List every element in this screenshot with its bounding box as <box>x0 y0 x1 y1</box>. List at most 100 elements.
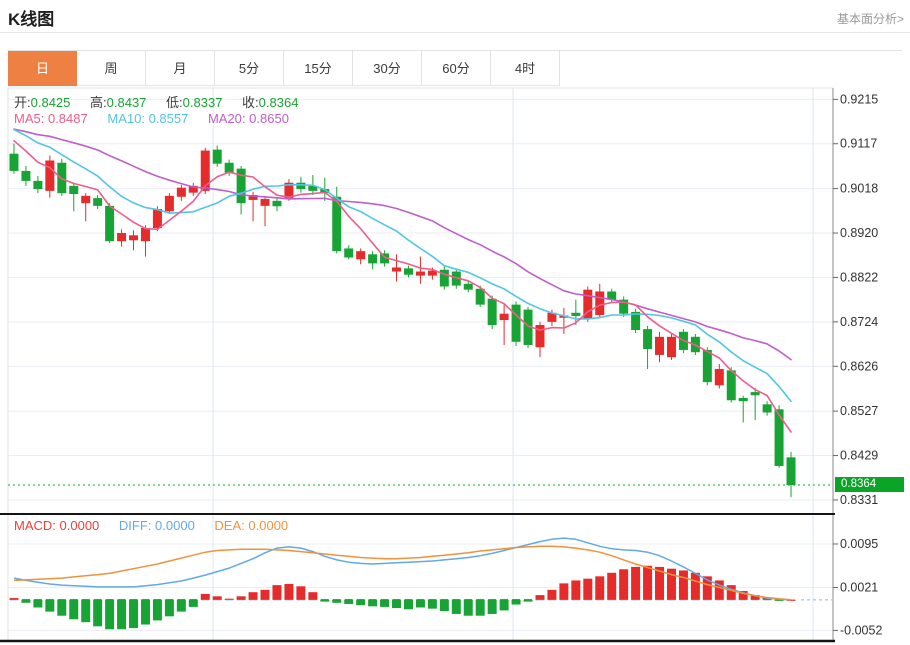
dea-value: DEA: 0.0000 <box>214 518 289 533</box>
candle-down <box>571 312 581 316</box>
axis-tick-label: 0.8527 <box>840 404 878 418</box>
macd-bar-up <box>248 592 258 600</box>
candle-down <box>786 457 796 485</box>
candle-down <box>21 170 31 181</box>
axis-tick-label: 0.8626 <box>840 359 878 373</box>
macd-bar-up <box>595 576 605 600</box>
macd-bar-up <box>200 593 210 600</box>
candle-up <box>176 187 186 197</box>
macd-bar-down <box>403 599 413 610</box>
candle-up <box>666 336 676 358</box>
candle-down <box>368 254 378 264</box>
macd-bar-down <box>152 599 162 621</box>
candle-up <box>714 368 724 386</box>
axis-tick-label: 0.8920 <box>840 226 878 240</box>
macd-bar-down <box>415 599 425 608</box>
candle-down <box>750 392 760 396</box>
macd-bar-down <box>69 599 79 620</box>
macd-bar-down <box>499 599 509 611</box>
macd-bar-down <box>105 599 115 630</box>
macd-bar-down <box>164 599 174 617</box>
macd-bar-up <box>583 578 593 600</box>
macd-bar-up <box>296 586 306 600</box>
ma5-value: MA5: 0.8487 <box>14 111 88 126</box>
macd-bar-up <box>547 589 557 600</box>
candle-up <box>117 233 127 242</box>
ohlc-row: 开:0.8425 高:0.8437 低:0.8337 收:0.8364 <box>14 92 314 111</box>
axis-tick-label: 0.8822 <box>840 270 878 284</box>
ma20-line <box>13 128 792 361</box>
macd-bar-up <box>224 598 234 600</box>
macd-row: MACD: 0.0000 DIFF: 0.0000 DEA: 0.0000 <box>14 518 304 533</box>
macd-bar-up <box>726 585 736 600</box>
macd-bar-down <box>487 599 497 614</box>
candle-up <box>356 251 366 260</box>
low-value: 0.8337 <box>182 95 223 110</box>
macd-bar-down <box>33 599 43 608</box>
macd-bar-down <box>81 599 91 623</box>
ma-row: MA5: 0.8487 MA10: 0.8557 MA20: 0.8650 <box>14 111 305 126</box>
macd-bar-up <box>559 583 569 600</box>
axis-tick-label: 0.0095 <box>840 537 878 551</box>
high-label: 高: <box>90 95 107 110</box>
low-label: 低: <box>166 95 183 110</box>
macd-bar-down <box>57 599 67 616</box>
candle-down <box>726 370 736 401</box>
ma5-line <box>13 140 792 433</box>
candle-down <box>487 298 497 326</box>
axis-tick-label: 0.9018 <box>840 182 878 196</box>
candle-down <box>224 162 234 173</box>
candle-up <box>164 195 174 212</box>
macd-bar-down <box>523 599 533 602</box>
candle-down <box>296 182 306 190</box>
candle-down <box>344 248 354 258</box>
ma20-value: MA20: 0.8650 <box>207 111 289 126</box>
candle-down <box>702 349 712 383</box>
macd-bar-down <box>475 599 485 616</box>
macd-bar-down <box>368 599 378 607</box>
macd-bar-down <box>21 599 31 603</box>
candle-up <box>200 150 210 191</box>
open-label: 开: <box>14 95 31 110</box>
macd-bar-down <box>463 599 473 616</box>
high-value: 0.8437 <box>106 95 147 110</box>
candle-up <box>260 199 270 206</box>
candle-up <box>392 267 402 272</box>
axis-tick-label: 0.8724 <box>840 315 878 329</box>
macd-bar-down <box>188 599 198 607</box>
candle-down <box>69 185 79 195</box>
candle-up <box>45 160 55 191</box>
macd-bar-down <box>439 599 449 612</box>
axis-tick-label: 0.0021 <box>840 580 878 594</box>
axis-tick-label: 0.8429 <box>840 449 878 463</box>
macd-bar-up <box>272 585 282 600</box>
axis-tick-label: -0.0052 <box>840 623 882 637</box>
macd-bar-down <box>380 599 390 607</box>
macd-bar-down <box>356 599 366 606</box>
macd-bar-down <box>427 599 437 609</box>
macd-bar-up <box>212 596 222 600</box>
diff-value: DIFF: 0.0000 <box>118 518 195 533</box>
macd-bar-down <box>140 599 150 625</box>
candle-up <box>81 195 91 204</box>
close-label: 收: <box>242 95 259 110</box>
last-price-tag: 0.8364 <box>835 477 904 493</box>
candle-up <box>595 291 605 316</box>
axis-tick-label: 0.8331 <box>840 493 878 507</box>
candle-down <box>762 404 772 413</box>
macd-bar-up <box>607 572 617 600</box>
candle-up <box>152 209 162 229</box>
candle-down <box>105 205 115 242</box>
macd-bar-up <box>535 595 545 600</box>
candle-down <box>9 153 19 171</box>
candle-down <box>643 329 653 350</box>
candle-down <box>272 200 282 207</box>
macd-bar-down <box>320 599 330 602</box>
macd-bar-up <box>571 580 581 600</box>
ma10-value: MA10: 0.8557 <box>107 111 189 126</box>
macd-bar-up <box>308 592 318 600</box>
macd-bar-down <box>176 599 186 612</box>
candle-down <box>212 149 222 164</box>
macd-value: MACD: 0.0000 <box>14 518 100 533</box>
candle-down <box>511 304 521 342</box>
